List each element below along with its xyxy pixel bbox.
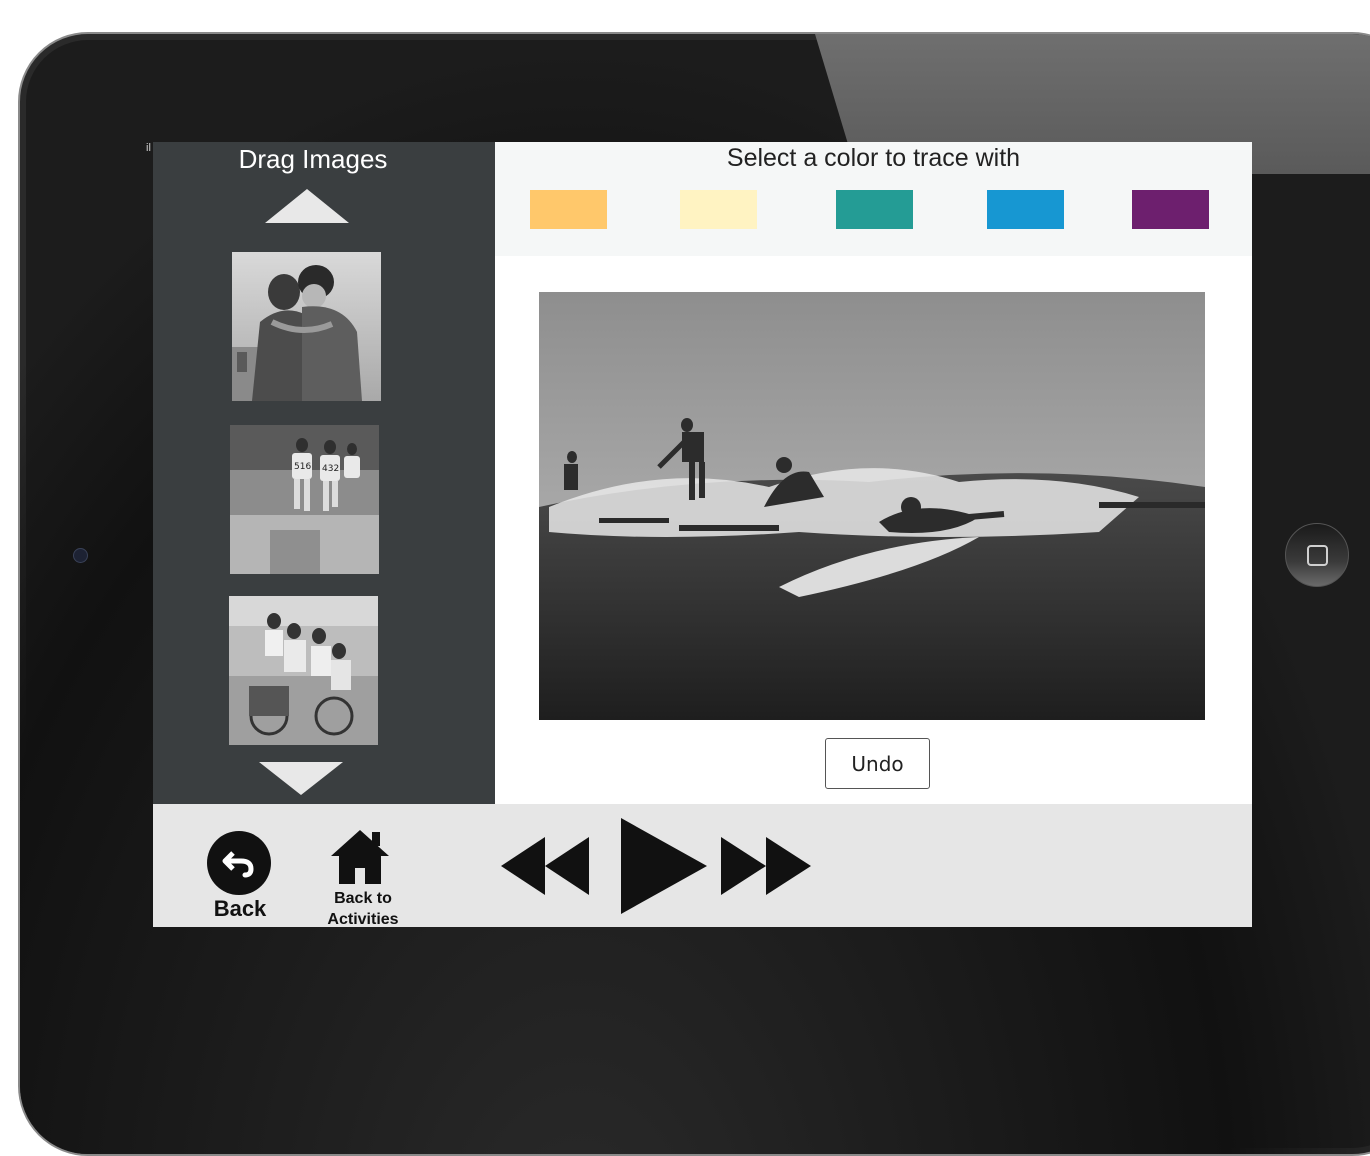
family-bicycle-photo-icon [229, 596, 378, 745]
camera-icon [73, 548, 88, 563]
surfers-photo-icon [539, 292, 1205, 720]
scroll-up-arrow-icon[interactable] [265, 189, 349, 223]
swatch-teal[interactable] [836, 190, 913, 229]
home-square-icon [1306, 544, 1328, 566]
trace-canvas[interactable] [539, 292, 1205, 720]
swatch-orange[interactable] [530, 190, 607, 229]
bottom-navigation-bar: Back Back to Activities [153, 804, 1252, 927]
back-to-activities-line1: Back to [334, 890, 392, 907]
fast-forward-icon[interactable] [721, 837, 811, 895]
back-to-activities-label: Back to Activities [303, 888, 423, 927]
drag-images-title: Drag Images [238, 144, 388, 174]
undo-button[interactable]: Undo [825, 738, 930, 789]
color-picker-header: Select a color to trace with [495, 142, 1252, 256]
rewind-icon[interactable] [501, 837, 589, 895]
thumbnail-runners[interactable]: 516 432 [230, 425, 379, 574]
swatch-purple[interactable] [1132, 190, 1209, 229]
status-mark: il [146, 142, 151, 154]
drag-images-panel: Drag Images 516 432 [153, 142, 495, 804]
tablet-home-button[interactable] [1285, 523, 1349, 587]
swatch-cream[interactable] [680, 190, 757, 229]
color-picker-title: Select a color to trace with [726, 144, 1021, 172]
back-button[interactable] [207, 831, 271, 895]
house-icon [331, 830, 389, 884]
play-icon[interactable] [621, 818, 707, 914]
swatch-blue[interactable] [987, 190, 1064, 229]
thumbnail-couple[interactable] [232, 252, 381, 401]
back-to-activities-button[interactable] [329, 828, 391, 884]
couple-kissing-photo-icon [232, 252, 381, 401]
back-arrow-icon [222, 851, 254, 878]
app-screen: Drag Images 516 432 Select a color to tr… [153, 142, 1252, 927]
svg-text:516: 516 [294, 462, 311, 472]
back-to-activities-line2: Activities [327, 911, 399, 927]
back-label: Back [213, 896, 267, 921]
svg-text:432: 432 [322, 464, 339, 474]
runners-race-photo-icon: 516 432 [230, 425, 379, 574]
thumbnail-bicycle-family[interactable] [229, 596, 378, 745]
scroll-down-arrow-icon[interactable] [259, 762, 343, 795]
